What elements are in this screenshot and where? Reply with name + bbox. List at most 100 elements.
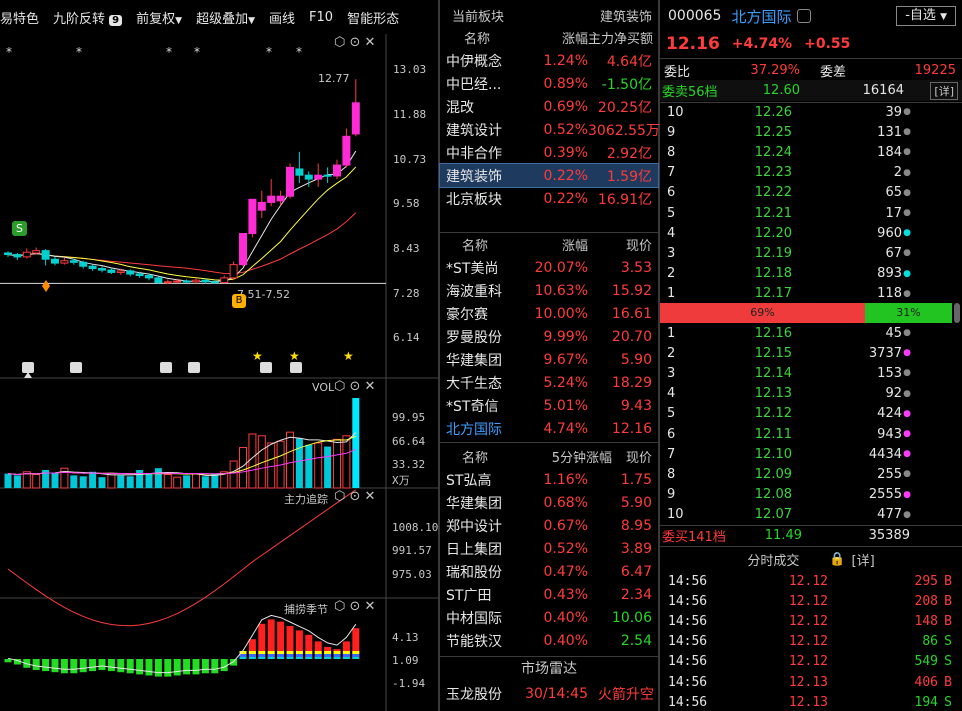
- collapse-icon[interactable]: ⊙: [350, 599, 361, 614]
- ask-level-row[interactable]: 7 12.23 2 ●: [660, 163, 962, 183]
- bid-level-row[interactable]: 8 12.09 255 ●: [660, 464, 962, 484]
- sell-detail-button[interactable]: [详]: [930, 81, 958, 100]
- level-dot-icon: ●: [903, 449, 911, 460]
- speed-row[interactable]: 节能铁汉 0.40% 2.54: [440, 629, 658, 652]
- close-icon[interactable]: ✕: [365, 599, 376, 614]
- bell-icon[interactable]: [797, 9, 812, 23]
- settings-icon[interactable]: ⬡: [334, 35, 345, 50]
- toolbar-f10[interactable]: F10: [302, 10, 340, 25]
- sector-row[interactable]: 建筑设计 0.52% 3062.55万: [440, 118, 660, 141]
- bl-bar: [98, 659, 106, 670]
- sector-row[interactable]: 中伊概念 1.24% 4.64亿: [440, 49, 658, 72]
- tick-side: B: [944, 573, 952, 589]
- tick-row[interactable]: 14:56 12.12 208 B: [660, 591, 962, 611]
- gainer-row[interactable]: 罗曼股份 9.99% 20.70: [440, 325, 658, 348]
- gainer-name: 北方国际: [446, 421, 502, 438]
- radar-row[interactable]: 玉龙股份 30/14:45 火箭升空: [440, 682, 658, 705]
- settings-icon[interactable]: ⬡: [334, 489, 345, 504]
- speed-row[interactable]: 瑞和股份 0.47% 6.47: [440, 560, 658, 583]
- gainer-row[interactable]: 豪尔赛 10.00% 16.61: [440, 302, 658, 325]
- toolbar-fuquan[interactable]: 前复权▼: [129, 8, 189, 27]
- bid-level-row[interactable]: 3 12.14 153 ●: [660, 363, 962, 383]
- settings-icon[interactable]: ⬡: [334, 599, 345, 614]
- tick-row[interactable]: 14:56 12.13 406 B: [660, 672, 962, 692]
- toolbar-yitese[interactable]: 易特色: [0, 8, 46, 27]
- gainer-name: 华建集团: [446, 352, 502, 369]
- collapse-icon[interactable]: ⊙: [350, 489, 361, 504]
- speed-row[interactable]: 华建集团 0.68% 5.90: [440, 491, 658, 514]
- ask-level-row[interactable]: 5 12.21 17 ●: [660, 203, 962, 223]
- ask-level-row[interactable]: 4 12.20 960 ●: [660, 223, 962, 243]
- candle-body: [163, 281, 172, 284]
- col-pct[interactable]: 涨幅: [522, 235, 588, 254]
- gainer-row[interactable]: 北方国际 4.74% 12.16: [440, 417, 658, 440]
- ticks-detail-button[interactable]: [详]: [852, 550, 875, 569]
- gainer-row[interactable]: *ST美尚 20.07% 3.53: [440, 256, 658, 279]
- ask-level-row[interactable]: 6 12.22 65 ●: [660, 183, 962, 203]
- scrollbar-thumb[interactable]: [954, 303, 960, 323]
- ask-level-row[interactable]: 8 12.24 184 ●: [660, 142, 962, 162]
- sector-header-name[interactable]: 建筑装饰: [600, 6, 652, 25]
- bid-level-row[interactable]: 5 12.12 424 ●: [660, 404, 962, 424]
- col-name[interactable]: 名称: [440, 28, 522, 47]
- close-icon[interactable]: ✕: [365, 35, 376, 50]
- lock-icon[interactable]: 🔒: [829, 552, 845, 567]
- col-5min-pct[interactable]: 5分钟涨幅: [522, 447, 612, 466]
- ask-level-row[interactable]: 9 12.25 131 ●: [660, 122, 962, 142]
- sector-row[interactable]: 北京板块 0.22% 16.91亿: [440, 187, 658, 210]
- sector-row[interactable]: 混改 0.69% 20.25亿: [440, 95, 658, 118]
- add-watchlist-button[interactable]: -自选 ▼: [896, 6, 956, 26]
- col-name[interactable]: 名称: [440, 447, 522, 466]
- bl-bar: [164, 659, 172, 677]
- speed-row[interactable]: 中材国际 0.40% 10.06: [440, 606, 658, 629]
- bl-bar-stripe: [305, 657, 313, 659]
- ask-level-row[interactable]: 3 12.19 67 ●: [660, 243, 962, 263]
- volume-bar: [295, 438, 303, 488]
- speed-row[interactable]: 日上集团 0.52% 3.89: [440, 537, 658, 560]
- stock-name[interactable]: 北方国际: [721, 6, 791, 27]
- toolbar-pattern[interactable]: 智能形态: [340, 8, 406, 27]
- speed-row[interactable]: 郑中设计 0.67% 8.95: [440, 514, 658, 537]
- tick-row[interactable]: 14:56 12.13 194 S: [660, 692, 962, 711]
- toolbar-overlay[interactable]: 超级叠加▼: [189, 8, 262, 27]
- close-icon[interactable]: ✕: [365, 489, 376, 504]
- level-dot-icon: ●: [903, 228, 911, 239]
- col-price[interactable]: 现价: [612, 447, 652, 466]
- bid-level-row[interactable]: 1 12.16 45 ●: [660, 323, 962, 343]
- close-icon[interactable]: ✕: [365, 379, 376, 394]
- buy-signal-marker[interactable]: B: [232, 294, 246, 308]
- gainer-row[interactable]: 海波重科 10.63% 15.92: [440, 279, 658, 302]
- gainer-row[interactable]: *ST奇信 5.01% 9.43: [440, 394, 658, 417]
- col-netbuy[interactable]: 主力净买额: [588, 28, 653, 47]
- bid-level-row[interactable]: 4 12.13 92 ●: [660, 384, 962, 404]
- bid-level-row[interactable]: 6 12.11 943 ●: [660, 424, 962, 444]
- toolbar-draw[interactable]: 画线: [262, 8, 302, 27]
- bid-level-row[interactable]: 7 12.10 4434 ●: [660, 444, 962, 464]
- col-pct[interactable]: 涨幅: [522, 28, 588, 47]
- sell-signal-marker[interactable]: S: [12, 221, 27, 236]
- collapse-icon[interactable]: ⊙: [350, 35, 361, 50]
- tick-row[interactable]: 14:56 12.12 549 S: [660, 652, 962, 672]
- bid-level-row[interactable]: 2 12.15 3737 ●: [660, 343, 962, 363]
- col-name[interactable]: 名称: [440, 235, 522, 254]
- bid-level-row[interactable]: 9 12.08 2555 ●: [660, 485, 962, 505]
- ask-level-row[interactable]: 1 12.17 118 ●: [660, 284, 962, 304]
- toolbar-jiujie[interactable]: 九阶反转 9: [46, 8, 129, 27]
- speed-row[interactable]: ST弘高 1.16% 1.75: [440, 468, 658, 491]
- col-price[interactable]: 现价: [588, 235, 652, 254]
- speed-row[interactable]: ST广田 0.43% 2.34: [440, 583, 658, 606]
- ask-level-row[interactable]: 2 12.18 893 ●: [660, 264, 962, 284]
- gainer-row[interactable]: 大千生态 5.24% 18.29: [440, 371, 658, 394]
- tick-row[interactable]: 14:56 12.12 86 S: [660, 632, 962, 652]
- gainer-row[interactable]: 华建集团 9.67% 5.90: [440, 348, 658, 371]
- settings-icon[interactable]: ⬡: [334, 379, 345, 394]
- sector-row[interactable]: 建筑装饰 0.22% 1.59亿: [439, 163, 659, 188]
- tick-row[interactable]: 14:56 12.12 295 B: [660, 571, 962, 591]
- sector-row[interactable]: 中巴经... 0.89% -1.50亿: [440, 72, 658, 95]
- collapse-icon[interactable]: ⊙: [350, 379, 361, 394]
- bid-level-row[interactable]: 10 12.07 477 ●: [660, 505, 962, 525]
- tick-row[interactable]: 14:56 12.12 148 B: [660, 611, 962, 631]
- sector-row[interactable]: 中非合作 0.39% 2.92亿: [440, 141, 658, 164]
- signal-icon: [260, 362, 272, 373]
- ask-level-row[interactable]: 10 12.26 39 ●: [660, 102, 962, 122]
